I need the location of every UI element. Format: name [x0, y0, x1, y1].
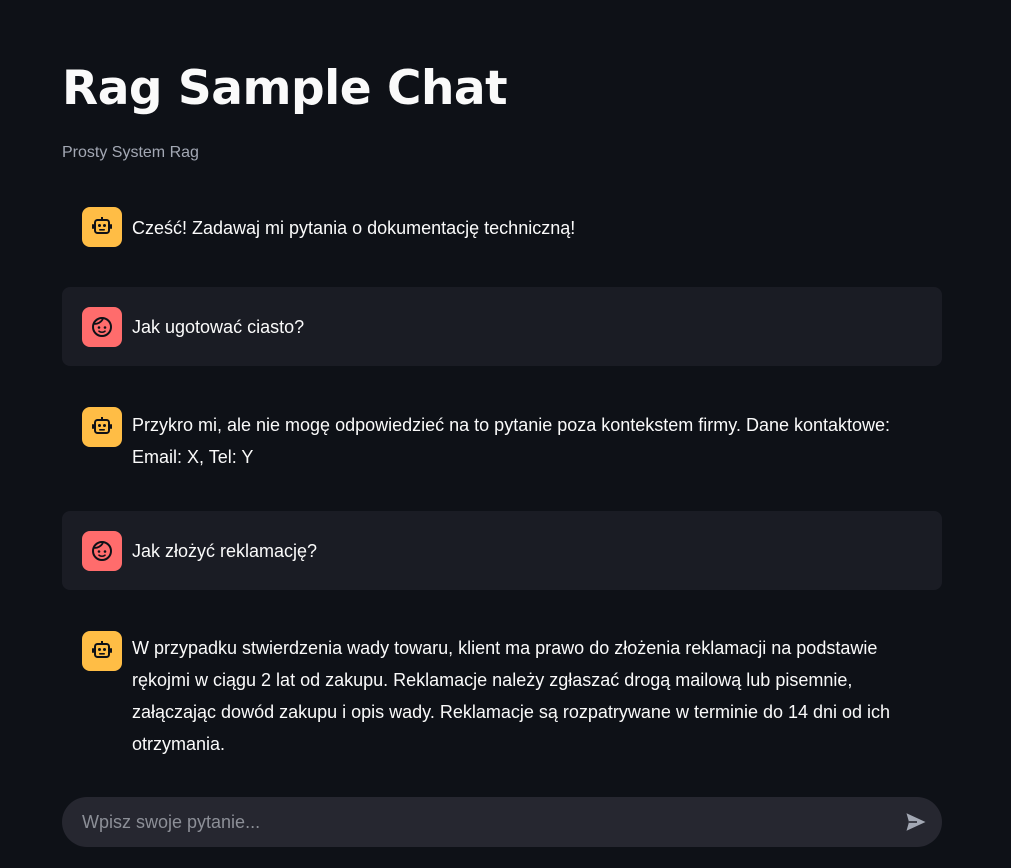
chat-message-assistant: Cześć! Zadawaj mi pytania o dokumentację…: [62, 197, 942, 261]
assistant-avatar: [82, 407, 122, 447]
message-text: Przykro mi, ale nie mogę odpowiedzieć na…: [132, 415, 891, 467]
user-avatar: [82, 531, 122, 571]
chat-message-user: Jak złożyć reklamację?: [62, 511, 942, 590]
assistant-avatar: [82, 631, 122, 671]
face-icon: [92, 541, 112, 561]
chat-message-assistant: W przypadku stwierdzenia wady towaru, kl…: [62, 621, 942, 771]
user-avatar: [82, 307, 122, 347]
message-text: W przypadku stwierdzenia wady towaru, kl…: [132, 638, 891, 754]
robot-icon: [92, 217, 112, 234]
chat-message-assistant: Przykro mi, ale nie mogę odpowiedzieć na…: [62, 397, 942, 487]
chat-message-user: Jak ugotować ciasto?: [62, 287, 942, 366]
chat-page: Rag Sample Chat Prosty System Rag Cześć!…: [0, 0, 1011, 868]
chat-input-field[interactable]: [82, 797, 882, 847]
face-icon: [92, 317, 112, 337]
chat-input-bar: [62, 797, 942, 847]
robot-icon: [92, 641, 112, 658]
send-button[interactable]: [902, 809, 930, 835]
page-title: Rag Sample Chat: [62, 61, 508, 116]
assistant-avatar: [82, 207, 122, 247]
message-text: Cześć! Zadawaj mi pytania o dokumentację…: [132, 218, 576, 238]
page-subtitle: Prosty System Rag: [62, 144, 199, 161]
send-icon: [906, 813, 926, 831]
message-text: Jak złożyć reklamację?: [132, 541, 318, 561]
robot-icon: [92, 417, 112, 434]
message-text: Jak ugotować ciasto?: [132, 317, 305, 337]
